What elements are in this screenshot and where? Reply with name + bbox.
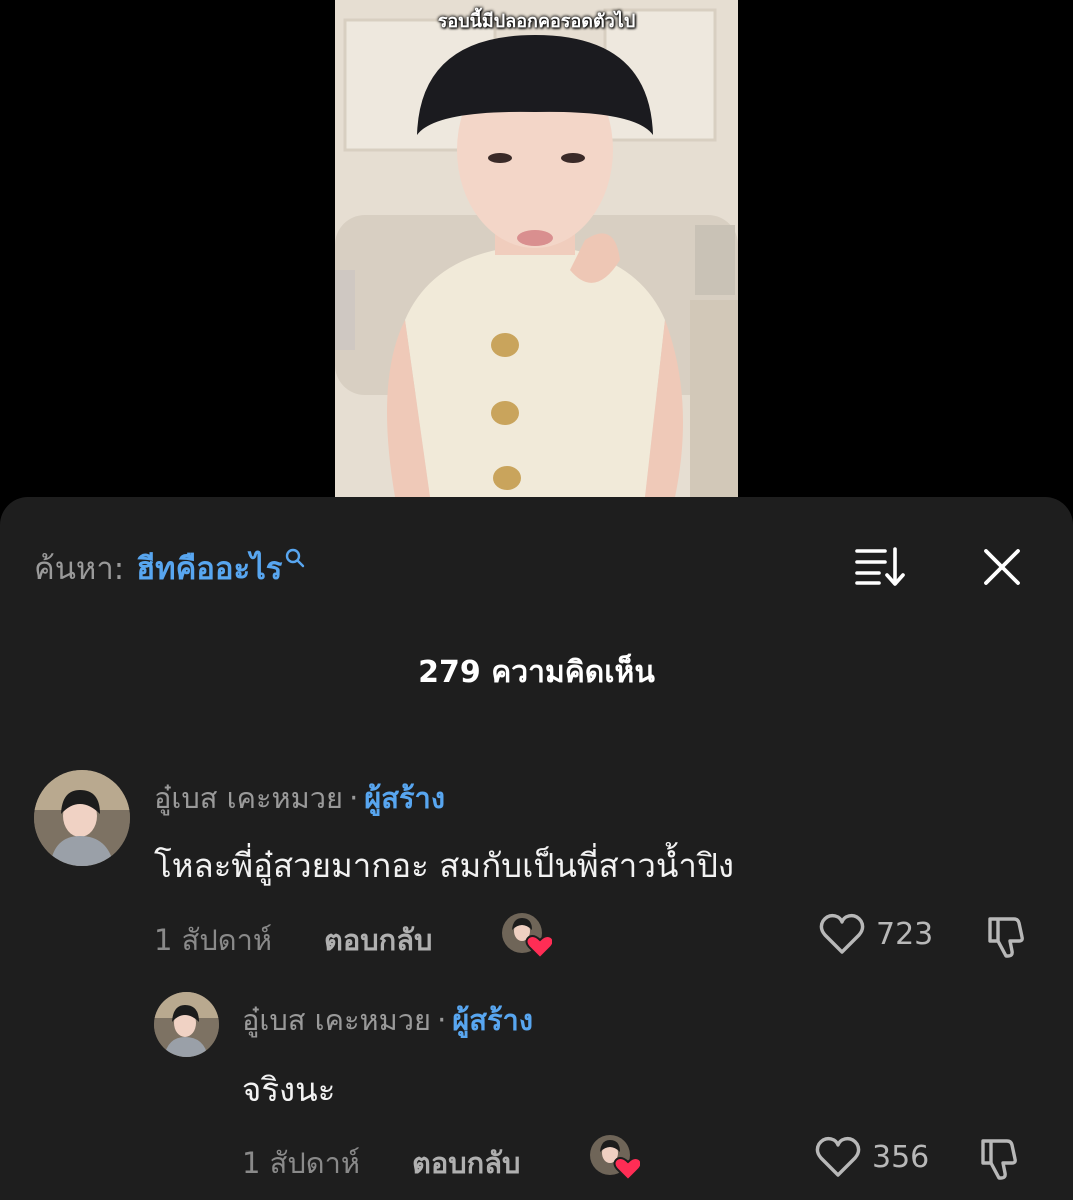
- heart-icon: [815, 1136, 861, 1177]
- video-caption: รอบนี้มีปลอกคอรอดตัวไป: [437, 11, 636, 32]
- comment-author[interactable]: อู๋เบส เคะหมวย · ผู้สร้าง: [154, 775, 445, 821]
- heart-icon: [819, 913, 865, 954]
- reply-button[interactable]: ตอบกลับ: [412, 1140, 520, 1186]
- search-prefix-label: ค้นหา:: [34, 551, 125, 587]
- avatar[interactable]: [34, 770, 130, 866]
- author-separator: ·: [437, 1003, 447, 1037]
- creator-liked-icon: [590, 1135, 640, 1182]
- video-player[interactable]: รอบนี้มีปลอกคอรอดตัวไป: [0, 0, 1073, 500]
- video-scene: [335, 0, 738, 497]
- search-term-link[interactable]: ฮีทคืออะไร: [136, 543, 282, 593]
- comment-time: 1 สัปดาห์: [154, 923, 273, 957]
- avatar-image: [154, 992, 219, 1057]
- author-name: อู๋เบส เคะหมวย: [242, 1003, 432, 1037]
- close-icon[interactable]: [982, 547, 1022, 587]
- author-name: อู๋เบส เคะหมวย: [154, 781, 344, 815]
- comments-count: 279 ความคิดเห็น: [418, 655, 655, 690]
- search-icon: [286, 548, 305, 568]
- comment-author[interactable]: อู๋เบส เคะหมวย · ผู้สร้าง: [242, 997, 533, 1043]
- like-count: 356: [872, 1139, 930, 1175]
- author-separator: ·: [349, 781, 359, 815]
- avatar[interactable]: [154, 992, 219, 1057]
- comment-text: จริงนะ: [242, 1070, 336, 1109]
- related-search[interactable]: ค้นหา: ฮีทคืออะไร: [34, 543, 306, 593]
- avatar-image: [34, 770, 130, 866]
- like-button[interactable]: 356: [814, 1135, 929, 1179]
- like-button[interactable]: 723: [818, 912, 933, 956]
- dislike-icon[interactable]: [977, 1133, 1025, 1181]
- comment-time: 1 สัปดาห์: [242, 1146, 361, 1180]
- reply-button[interactable]: ตอบกลับ: [324, 917, 432, 963]
- sort-icon[interactable]: [855, 545, 907, 587]
- like-count: 723: [876, 916, 934, 952]
- comments-sheet: ค้นหา: ฮีทคืออะไร 279 ความคิดเห็น อู๋เบส…: [0, 497, 1073, 1200]
- dislike-icon[interactable]: [984, 911, 1032, 959]
- video-frame[interactable]: รอบนี้มีปลอกคอรอดตัวไป: [335, 0, 738, 497]
- creator-badge: ผู้สร้าง: [364, 781, 445, 815]
- comment-text: โหละพี่อู๋สวยมากอะ สมกับเป็นพี่สาวน้ำปิง: [154, 846, 735, 885]
- creator-badge: ผู้สร้าง: [452, 1003, 533, 1037]
- creator-liked-icon: [502, 913, 552, 960]
